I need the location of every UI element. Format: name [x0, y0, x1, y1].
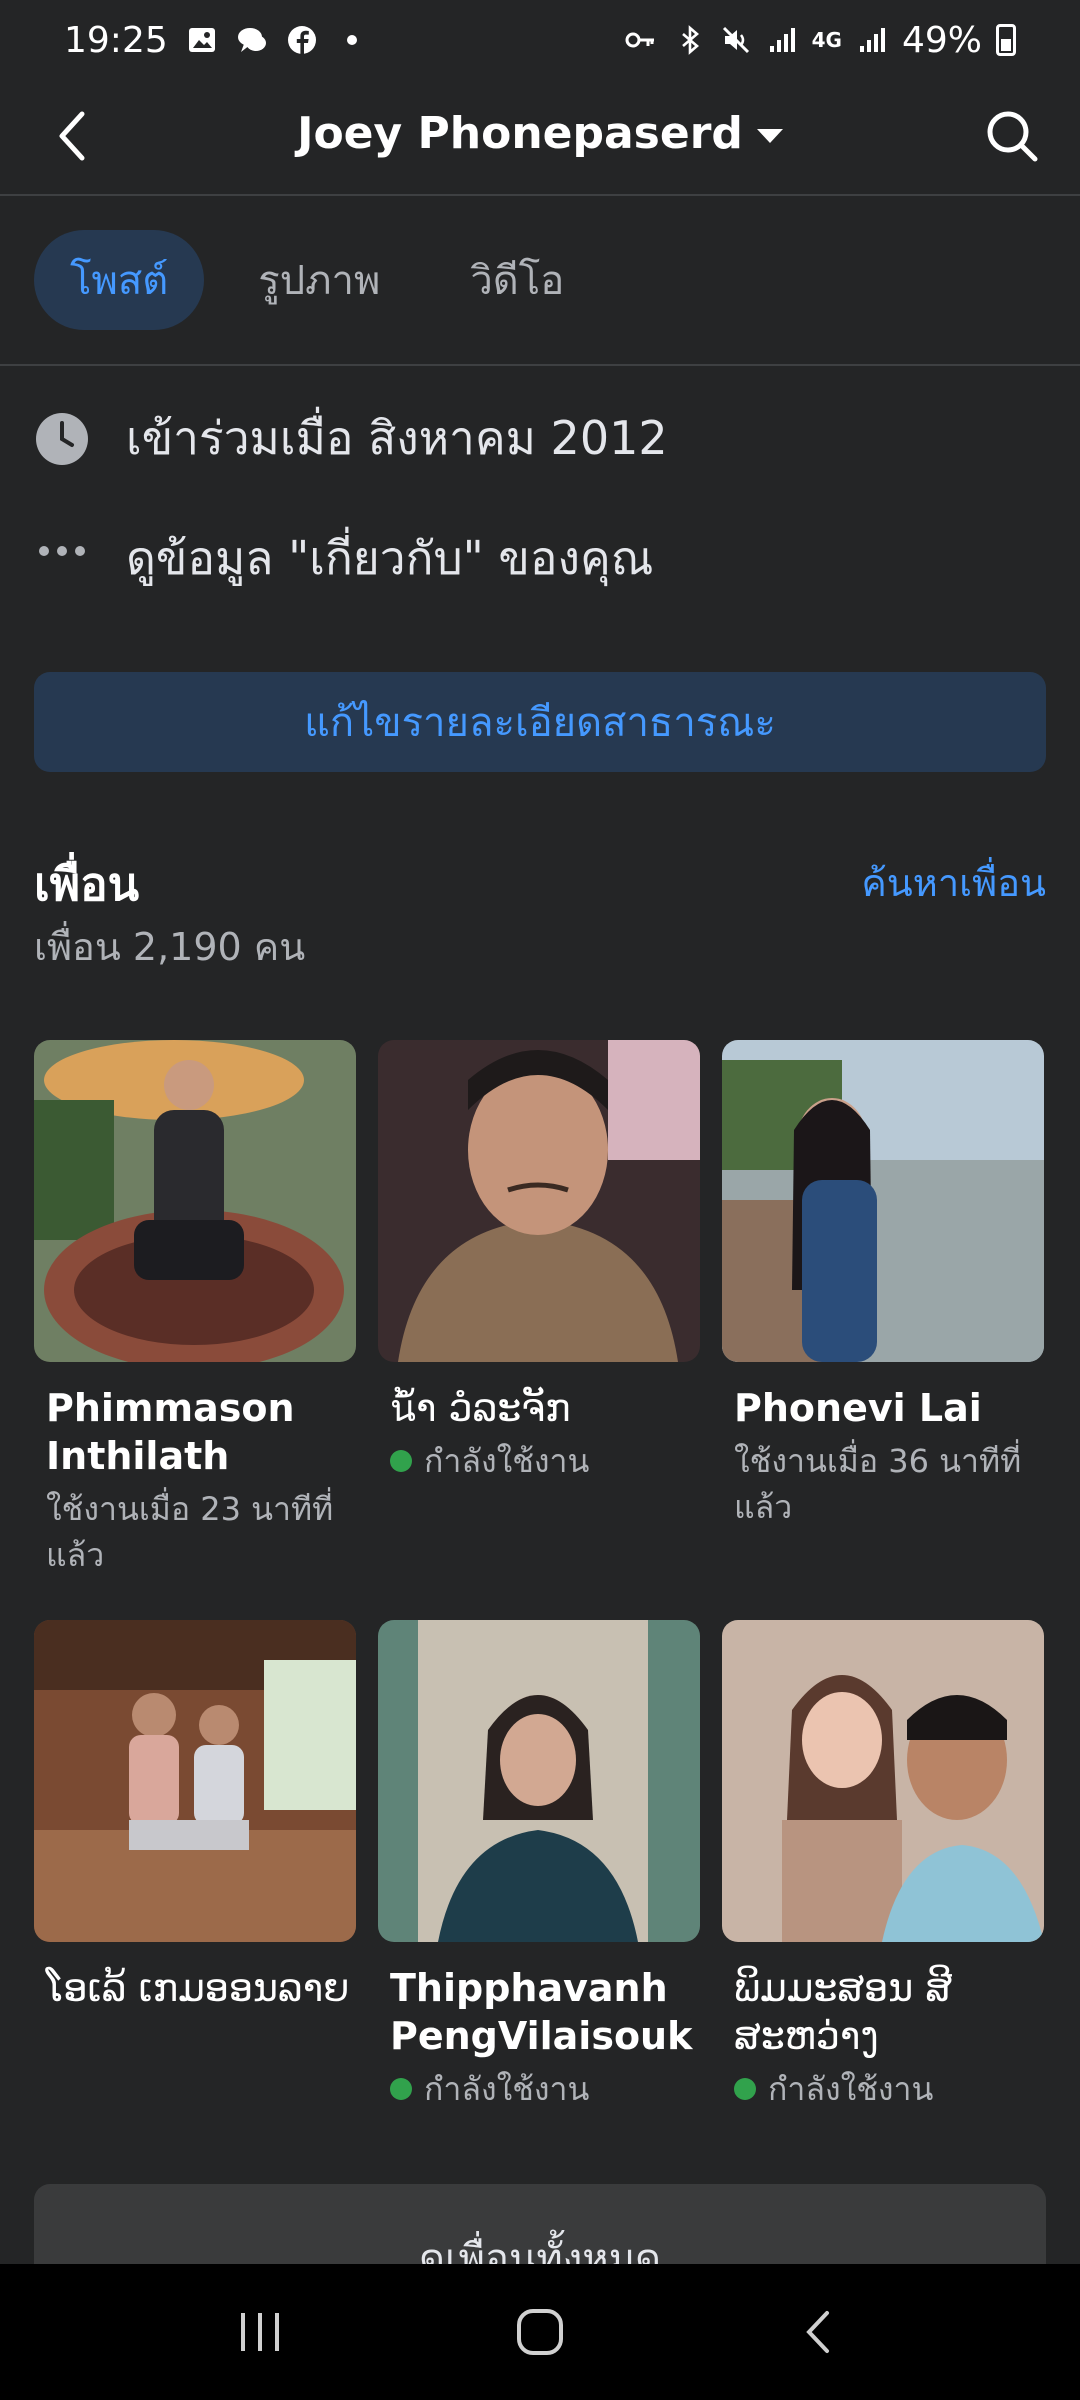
- edit-public-details-button[interactable]: แก้ไขรายละเอียดสาธารณะ: [34, 672, 1046, 772]
- system-nav-bar: [0, 2264, 1080, 2400]
- friend-name[interactable]: Phimmason Inthilath: [34, 1384, 356, 1480]
- network-type: 4G: [811, 28, 842, 52]
- friend-photo[interactable]: [378, 1620, 700, 1942]
- tab-videos[interactable]: วิดีโอ: [434, 230, 600, 330]
- online-indicator-icon: [390, 2078, 412, 2100]
- friend-photo[interactable]: [722, 1040, 1044, 1362]
- about-row[interactable]: ดูข้อมูล "เกี่ยวกับ" ของคุณ: [34, 522, 653, 595]
- clock-icon: [34, 411, 90, 467]
- find-friends-link[interactable]: ค้นหาเพื่อน: [861, 852, 1046, 913]
- battery-level: 49%: [901, 19, 982, 61]
- friend-card[interactable]: ໂອເລ້ ເກມອອນລາຍ: [34, 1620, 356, 2112]
- chat-icon: [237, 28, 266, 52]
- friend-name[interactable]: น້ຳ ວໍລະຈັກ: [378, 1384, 700, 1432]
- about-text: ดูข้อมูล "เกี่ยวกับ" ของคุณ: [126, 531, 654, 585]
- friend-name[interactable]: ພິມມະສອນ ສີສະຫວ່າງ: [722, 1964, 1044, 2060]
- back-arrow-icon: [806, 2311, 829, 2353]
- friend-status: กำลังใช้งาน: [378, 1438, 700, 1484]
- friends-count: เพื่อน 2,190 คน: [34, 925, 306, 969]
- battery-icon: [996, 24, 1016, 56]
- home-button[interactable]: [500, 2292, 580, 2372]
- friend-photo[interactable]: [378, 1040, 700, 1362]
- tab-posts[interactable]: โพสต์: [34, 230, 205, 330]
- joined-text: เข้าร่วมเมื่อ สิงหาคม 2012: [126, 411, 668, 465]
- online-indicator-icon: [734, 2078, 756, 2100]
- home-icon: [517, 2309, 563, 2355]
- system-back-button[interactable]: [780, 2292, 860, 2372]
- recent-apps-icon: [241, 2313, 279, 2351]
- more-icon: [34, 531, 90, 587]
- signal-icon-2: [859, 28, 885, 52]
- recent-apps-button[interactable]: [220, 2292, 300, 2372]
- friend-status-text: กำลังใช้งาน: [424, 1442, 590, 1480]
- friend-card[interactable]: ພິມມະສອນ ສີສະຫວ່າງ กำลังใช้งาน: [722, 1620, 1044, 2112]
- friend-name[interactable]: Phonevi Lai: [722, 1384, 1044, 1432]
- friend-card[interactable]: Thipphavanh PengVilaisouk กำลังใช้งาน: [378, 1620, 700, 2112]
- facebook-icon: [287, 26, 316, 54]
- joined-row: เข้าร่วมเมื่อ สิงหาคม 2012: [34, 402, 668, 475]
- clock: 19:25: [64, 19, 168, 61]
- friend-photo[interactable]: [34, 1040, 356, 1362]
- signal-icon: [769, 28, 795, 52]
- search-icon: [987, 111, 1038, 162]
- notification-dot-icon: [346, 35, 357, 45]
- friend-status-text: กำลังใช้งาน: [424, 2070, 590, 2108]
- friend-card[interactable]: Phonevi Lai ใช้งานเมื่อ 36 นาทีที่แล้ว: [722, 1040, 1044, 1594]
- friend-status: กำลังใช้งาน: [722, 2066, 1044, 2112]
- friend-status: ใช้งานเมื่อ 36 นาทีที่แล้ว: [722, 1438, 1044, 1530]
- status-bar: 19:25 4G 49%: [0, 0, 1080, 80]
- friend-photo[interactable]: [34, 1620, 356, 1942]
- profile-name: Joey Phonepaserd: [297, 108, 743, 159]
- bluetooth-icon: [681, 25, 699, 55]
- friend-name[interactable]: Thipphavanh PengVilaisouk: [378, 1964, 700, 2060]
- friends-grid: Phimmason Inthilath ใช้งานเมื่อ 23 นาทีท…: [34, 1040, 1046, 2112]
- mute-icon: [722, 26, 749, 54]
- friend-status-text: ใช้งานเมื่อ 36 นาทีที่แล้ว: [734, 1442, 1022, 1526]
- friend-card[interactable]: Phimmason Inthilath ใช้งานเมื่อ 23 นาทีท…: [34, 1040, 356, 1594]
- friend-status: กำลังใช้งาน: [378, 2066, 700, 2112]
- key-icon: [625, 32, 654, 48]
- gallery-icon: [188, 28, 215, 52]
- caret-down-icon: [756, 129, 783, 143]
- search-button[interactable]: [980, 104, 1044, 168]
- tab-photos[interactable]: รูปภาพ: [222, 230, 416, 330]
- friend-status-text: กำลังใช้งาน: [768, 2070, 934, 2108]
- friend-status-text: ใช้งานเมื่อ 23 นาทีที่แล้ว: [46, 1490, 334, 1574]
- friend-card[interactable]: น້ຳ ວໍລະຈັກ กำลังใช้งาน: [378, 1040, 700, 1594]
- profile-tabs: โพสต์ รูปภาพ วิดีโอ: [34, 230, 600, 330]
- divider: [0, 364, 1080, 366]
- online-indicator-icon: [390, 1450, 412, 1472]
- profile-name-dropdown[interactable]: Joey Phonepaserd: [0, 108, 1080, 159]
- friend-status: ใช้งานเมื่อ 23 นาทีที่แล้ว: [34, 1486, 356, 1578]
- friends-title: เพื่อน: [34, 857, 140, 911]
- friend-name[interactable]: ໂອເລ້ ເກມອອນລາຍ: [34, 1964, 356, 2012]
- friend-photo[interactable]: [722, 1620, 1044, 1942]
- profile-header: Joey Phonepaserd: [0, 80, 1080, 196]
